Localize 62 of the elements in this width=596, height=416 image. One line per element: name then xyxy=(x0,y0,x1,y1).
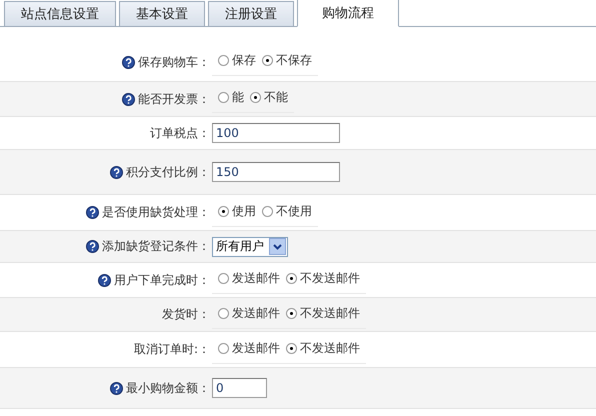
field-label: 保存购物车： xyxy=(138,54,210,70)
option-label: 发送邮件 xyxy=(232,304,280,322)
field-label: 添加缺货登记条件： xyxy=(102,238,210,255)
radio-option[interactable]: 使用 xyxy=(218,202,256,220)
radio-button[interactable] xyxy=(262,206,273,216)
option-label: 不发送邮件 xyxy=(300,270,360,287)
option-label: 发送邮件 xyxy=(232,270,280,287)
help-icon[interactable] xyxy=(86,240,99,253)
tab[interactable]: 注册设置 xyxy=(208,1,294,26)
radio-button[interactable] xyxy=(262,55,273,66)
radio-button[interactable] xyxy=(218,206,229,216)
tab[interactable]: 基本设置 xyxy=(119,1,205,26)
radio-option[interactable]: 保存 xyxy=(218,52,256,69)
radio-option[interactable]: 发送邮件 xyxy=(218,270,280,287)
help-icon[interactable] xyxy=(122,56,135,68)
field-label: 是否使用缺货处理： xyxy=(102,204,210,221)
help-icon[interactable] xyxy=(122,92,135,106)
radio-option[interactable]: 不发送邮件 xyxy=(286,304,360,322)
radio-button[interactable] xyxy=(218,92,229,103)
option-label: 发送邮件 xyxy=(232,340,280,356)
help-icon[interactable] xyxy=(98,274,111,286)
dropdown[interactable]: 所有用户 xyxy=(212,236,288,256)
radio-button[interactable] xyxy=(218,273,229,284)
field-label: 用户下单完成时： xyxy=(114,272,210,288)
radio-option[interactable]: 不发送邮件 xyxy=(286,340,360,356)
radio-option[interactable]: 不发送邮件 xyxy=(286,270,360,287)
radio-option[interactable]: 不使用 xyxy=(262,202,312,220)
input-field[interactable]: 0 xyxy=(212,378,267,398)
help-icon[interactable] xyxy=(110,382,123,394)
option-label: 不发送邮件 xyxy=(300,340,360,356)
help-icon[interactable] xyxy=(86,206,99,219)
radio-option[interactable]: 发送邮件 xyxy=(218,304,280,322)
radio-button[interactable] xyxy=(250,92,261,103)
tab[interactable]: 购物流程 xyxy=(297,0,399,27)
caret-icon xyxy=(269,238,286,255)
input-field[interactable]: 150 xyxy=(212,162,340,182)
option-label: 保存 xyxy=(232,52,256,69)
radio-button[interactable] xyxy=(286,342,297,354)
field-label: 发货时： xyxy=(162,306,210,323)
input-field[interactable]: 100 xyxy=(212,123,340,143)
radio-button[interactable] xyxy=(286,308,297,318)
radio-button[interactable] xyxy=(218,55,229,66)
option-label: 不使用 xyxy=(276,202,312,220)
radio-option[interactable]: 发送邮件 xyxy=(218,340,280,356)
radio-option[interactable]: 能 xyxy=(218,89,244,106)
field-label: 订单税点： xyxy=(150,124,210,142)
radio-option[interactable]: 不能 xyxy=(250,89,288,106)
option-label: 不发送邮件 xyxy=(300,304,360,322)
radio-button[interactable] xyxy=(218,342,229,354)
field-label: 积分支付比例： xyxy=(126,164,210,180)
option-label: 不能 xyxy=(264,89,288,106)
radio-button[interactable] xyxy=(286,273,297,284)
field-label: 能否开发票： xyxy=(138,90,210,108)
field-label: 取消订单时:： xyxy=(134,341,210,358)
tab[interactable]: 站点信息设置 xyxy=(4,1,116,26)
field-label: 最小购物金额： xyxy=(126,380,210,396)
option-label: 不保存 xyxy=(276,52,312,69)
help-icon[interactable] xyxy=(110,166,123,178)
option-label: 能 xyxy=(232,89,244,106)
option-label: 使用 xyxy=(232,202,256,220)
radio-button[interactable] xyxy=(218,308,229,318)
radio-option[interactable]: 不保存 xyxy=(262,52,312,69)
